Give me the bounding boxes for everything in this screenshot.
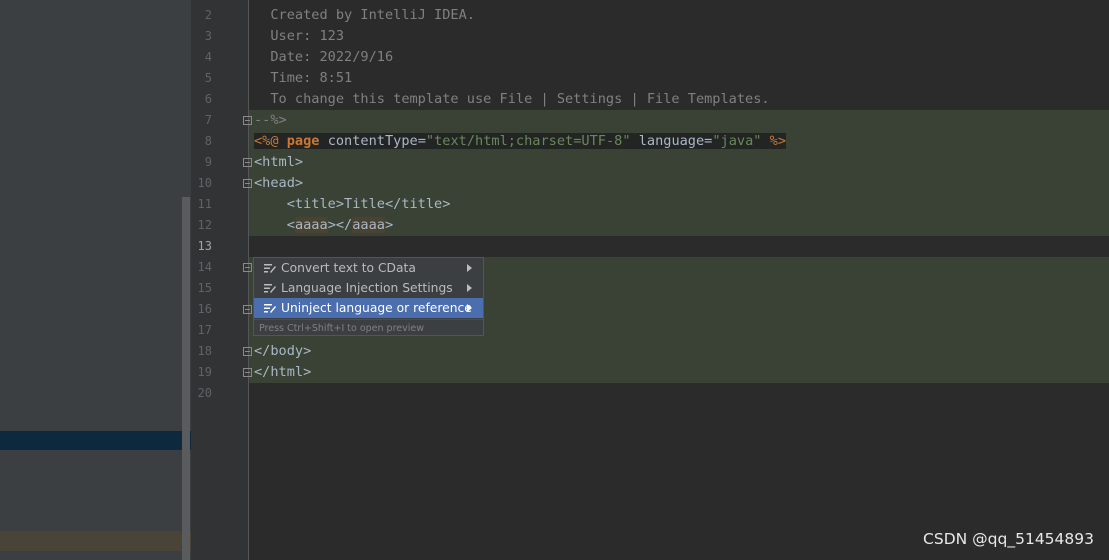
- tag-bracket: <: [286, 217, 295, 233]
- unknown-tag-name: aaaa: [294, 217, 328, 233]
- attr-name: contentType=: [327, 133, 426, 149]
- fold-collapse-icon[interactable]: [243, 179, 252, 188]
- code-line[interactable]: </html>: [254, 362, 311, 383]
- line-number: 19: [197, 365, 212, 379]
- line-number: 5: [204, 71, 212, 85]
- code-line-directive[interactable]: <%@ page contentType="text/html;charset=…: [254, 131, 787, 152]
- code-line[interactable]: Created by IntelliJ IDEA.: [254, 5, 475, 26]
- line-number: 7: [204, 113, 212, 127]
- code-line[interactable]: <title>Title</title>: [254, 194, 451, 215]
- line-number: 12: [197, 218, 212, 232]
- attr-value: "text/html;charset=UTF-8": [425, 133, 631, 149]
- line-number: 18: [197, 344, 212, 358]
- line-number: 20: [197, 386, 212, 400]
- code-line[interactable]: <html>: [254, 152, 303, 173]
- code-line[interactable]: User: 123: [254, 26, 344, 47]
- menu-item-label: Language Injection Settings: [281, 281, 453, 295]
- fold-collapse-icon[interactable]: [243, 305, 252, 314]
- intention-icon: [264, 284, 276, 293]
- fold-collapse-icon[interactable]: [243, 158, 252, 167]
- fold-collapse-icon[interactable]: [243, 263, 252, 272]
- attr-name: language=: [638, 133, 713, 149]
- line-number: 15: [197, 281, 212, 295]
- line-number: 4: [204, 50, 212, 64]
- code-line[interactable]: Time: 8:51: [254, 68, 352, 89]
- unknown-tag-name: aaaa: [352, 217, 385, 233]
- code-line[interactable]: To change this template use File | Setti…: [254, 89, 769, 110]
- project-tree-scrollbar[interactable]: [182, 197, 190, 560]
- directive-block: <%@ page contentType="text/html;charset=…: [254, 133, 787, 149]
- tag-bracket: >: [385, 217, 394, 233]
- project-tool-window: [0, 0, 191, 560]
- code-line[interactable]: Date: 2022/9/16: [254, 47, 393, 68]
- code-line-unknown-tag[interactable]: <aaaa></aaaa>: [254, 215, 393, 236]
- line-number: 8: [204, 134, 212, 148]
- menu-item-label: Uninject language or reference: [281, 301, 472, 315]
- directive-keyword: page: [286, 133, 320, 149]
- line-number: 17: [197, 323, 212, 337]
- menu-item-label: Convert text to CData: [281, 261, 416, 275]
- code-line[interactable]: </body>: [254, 341, 311, 362]
- code-line[interactable]: --%>: [254, 110, 287, 131]
- directive-open: <%@: [254, 133, 279, 149]
- line-number-current: 13: [197, 239, 212, 253]
- line-number: 14: [197, 260, 212, 274]
- submenu-arrow-icon: [467, 304, 472, 312]
- line-number: 11: [197, 197, 212, 211]
- popup-hint-text: Press Ctrl+Shift+I to open preview: [254, 319, 483, 337]
- attr-value: "java": [712, 133, 762, 149]
- line-number: 6: [204, 92, 212, 106]
- intention-actions-popup: Convert text to CData Language Injection…: [253, 257, 484, 336]
- project-tree-highlighted-row[interactable]: [0, 531, 191, 551]
- fold-collapse-icon[interactable]: [243, 368, 252, 377]
- submenu-arrow-icon: [467, 284, 472, 292]
- menu-item-uninject-language[interactable]: Uninject language or reference: [254, 298, 483, 318]
- fold-collapse-icon[interactable]: [243, 116, 252, 125]
- tag-bracket: ></: [327, 217, 353, 233]
- menu-item-convert-to-cdata[interactable]: Convert text to CData: [254, 258, 483, 278]
- intention-icon: [264, 264, 276, 273]
- line-number: 2: [204, 8, 212, 22]
- fold-collapse-icon[interactable]: [243, 347, 252, 356]
- line-number: 9: [204, 155, 212, 169]
- project-tree-selected-row[interactable]: [0, 431, 191, 450]
- watermark: CSDN @qq_51454893: [923, 530, 1094, 548]
- directive-close: %>: [769, 133, 787, 149]
- line-number: 3: [204, 29, 212, 43]
- line-number: 10: [197, 176, 212, 190]
- menu-item-language-injection-settings[interactable]: Language Injection Settings: [254, 278, 483, 298]
- code-line[interactable]: <head>: [254, 173, 303, 194]
- line-number: 16: [197, 302, 212, 316]
- submenu-arrow-icon: [467, 264, 472, 272]
- intention-icon: [264, 304, 276, 313]
